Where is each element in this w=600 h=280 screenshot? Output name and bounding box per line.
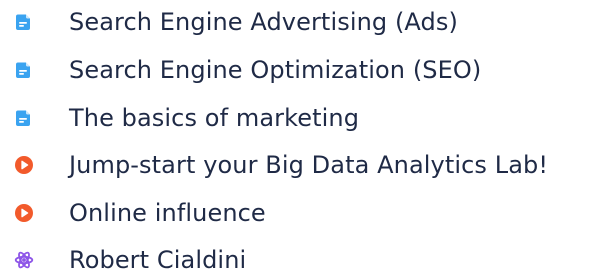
list-item-robert-cialdini[interactable]: Robert Cialdini (0, 240, 600, 280)
list-item-search-engine-advertising[interactable]: Search Engine Advertising (Ads) (0, 2, 600, 42)
atom-icon (14, 250, 34, 270)
document-icon-graphic (16, 62, 30, 78)
atom-icon-graphic (14, 251, 34, 269)
list-item-label: Search Engine Optimization (SEO) (69, 56, 482, 84)
play-icon-graphic (15, 204, 33, 222)
document-icon (14, 60, 34, 80)
list-item-big-data-analytics-lab[interactable]: Jump-start your Big Data Analytics Lab! (0, 145, 600, 185)
list-item-search-engine-optimization[interactable]: Search Engine Optimization (SEO) (0, 50, 600, 90)
list-item-label: Robert Cialdini (69, 246, 247, 274)
list-item-label: Search Engine Advertising (Ads) (69, 8, 458, 36)
document-icon-graphic (16, 110, 30, 126)
play-icon-graphic (15, 156, 33, 174)
list-item-label: Online influence (69, 199, 266, 227)
list-item-label: The basics of marketing (69, 104, 360, 132)
list-item-basics-of-marketing[interactable]: The basics of marketing (0, 98, 600, 138)
document-icon (14, 12, 34, 32)
play-icon (14, 203, 34, 223)
document-icon-graphic (16, 14, 30, 30)
list-item-online-influence[interactable]: Online influence (0, 193, 600, 233)
list-item-label: Jump-start your Big Data Analytics Lab! (69, 151, 549, 179)
document-icon (14, 108, 34, 128)
play-icon (14, 155, 34, 175)
